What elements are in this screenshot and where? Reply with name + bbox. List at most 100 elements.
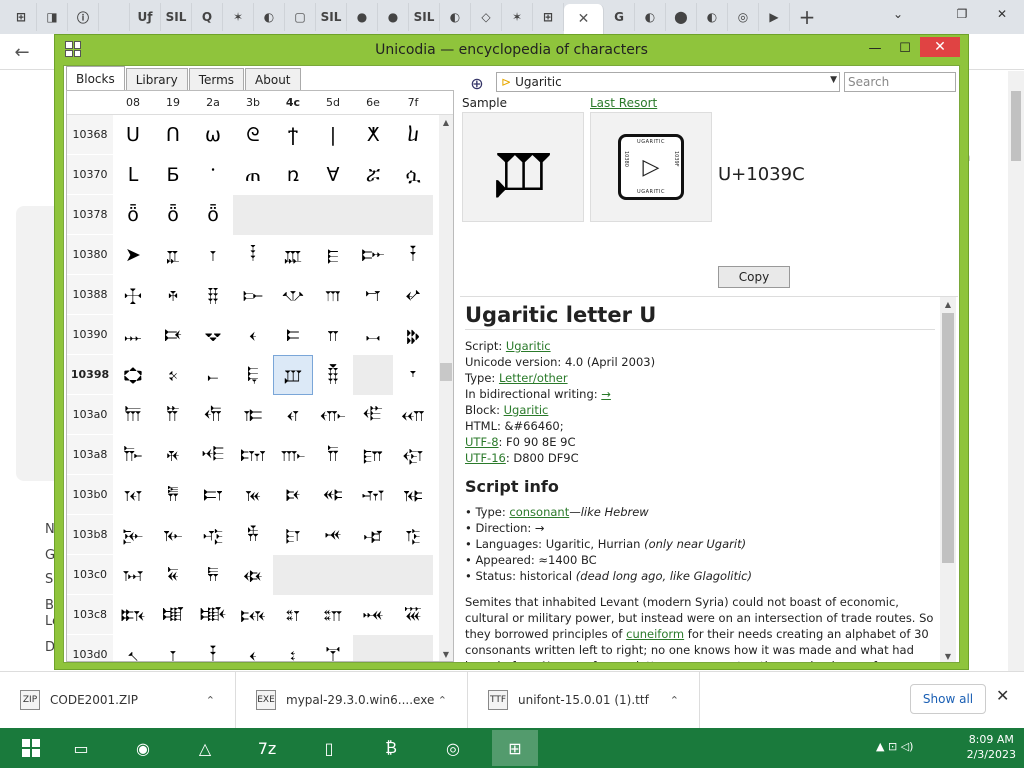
character-cell[interactable]: 𐎢 xyxy=(193,395,233,435)
app-icon[interactable]: △ xyxy=(182,730,228,766)
character-cell[interactable]: 𐎂 xyxy=(193,235,233,275)
character-cell[interactable]: 𐎙 xyxy=(153,355,193,395)
character-cell[interactable]: 𐏐 xyxy=(113,635,153,661)
script-link[interactable]: Ugaritic xyxy=(506,339,551,353)
character-cell[interactable]: 𐎁 xyxy=(153,235,193,275)
character-cell[interactable]: 𐏁 xyxy=(153,555,193,595)
info-scroll-thumb[interactable] xyxy=(942,313,954,563)
tab-search-button[interactable]: ⌄ xyxy=(882,0,914,28)
character-cell[interactable]: ȫ xyxy=(113,195,153,235)
character-cell[interactable]: 𐎠 xyxy=(113,395,153,435)
raccoon-app-icon[interactable]: ◎ xyxy=(430,730,476,766)
tab-library[interactable]: Library xyxy=(125,68,188,90)
character-cell[interactable]: 𐎒 xyxy=(193,315,233,355)
chevron-up-icon[interactable]: ⌃ xyxy=(438,694,447,707)
browser-tab[interactable]: ⊞ xyxy=(6,3,37,31)
character-cell[interactable]: 𐎫 xyxy=(233,435,273,475)
chevron-up-icon[interactable]: ⌃ xyxy=(206,694,215,707)
character-cell[interactable]: 𐎃 xyxy=(233,235,273,275)
new-tab-button[interactable]: + xyxy=(790,5,824,29)
character-cell[interactable]: 𐎲 xyxy=(193,475,233,515)
character-cell[interactable]: ᑎ xyxy=(153,115,193,155)
browser-tab[interactable]: SIL xyxy=(161,3,192,31)
search-input[interactable] xyxy=(844,72,956,92)
character-cell[interactable]: 𐎥 xyxy=(313,395,353,435)
character-cell[interactable]: 𐏀 xyxy=(113,555,153,595)
character-cell[interactable]: ሯ xyxy=(353,155,393,195)
browser-tab[interactable]: G xyxy=(604,3,635,31)
character-cell[interactable]: 𐎊 xyxy=(193,275,233,315)
character-cell[interactable]: ω xyxy=(193,115,233,155)
character-cell[interactable]: 𐏌 xyxy=(273,595,313,635)
download-item[interactable]: EXE mypal-29.3.0.win6....exe ⌃ xyxy=(236,672,468,728)
character-cell[interactable]: 𐏒 xyxy=(193,635,233,661)
character-cell[interactable]: 𐎸 xyxy=(113,515,153,555)
type-link[interactable]: Letter/other xyxy=(499,371,568,385)
character-cell[interactable]: 𐎟 xyxy=(393,355,433,395)
browser-tab[interactable]: ◨ xyxy=(37,3,68,31)
character-cell[interactable]: 𐏎 xyxy=(353,595,393,635)
character-cell[interactable]: ⴑ xyxy=(393,115,433,155)
character-cell[interactable]: 𐎉 xyxy=(153,275,193,315)
character-cell[interactable]: 𐎎 xyxy=(353,275,393,315)
scroll-down-icon[interactable]: ▼ xyxy=(940,649,956,662)
browser-tab[interactable]: ◇ xyxy=(471,3,502,31)
character-cell[interactable]: 𐎘 xyxy=(113,355,153,395)
browser-tab[interactable]: ◐ xyxy=(440,3,471,31)
character-cell[interactable]: 𐎽 xyxy=(313,515,353,555)
character-cell[interactable]: 𐏕 xyxy=(313,635,353,661)
character-cell[interactable]: Ƃ xyxy=(153,155,193,195)
character-cell[interactable]: 𐏔 xyxy=(273,635,313,661)
character-cell[interactable]: 𐎩 xyxy=(153,435,193,475)
scroll-up-icon[interactable]: ▲ xyxy=(439,115,453,129)
browser-tab[interactable]: ⬤ xyxy=(666,3,697,31)
character-cell[interactable]: 𐏑 xyxy=(153,635,193,661)
utf16-link[interactable]: UTF-16 xyxy=(465,451,506,465)
consonant-link[interactable]: consonant xyxy=(509,505,569,519)
character-cell[interactable]: 𐎡 xyxy=(153,395,193,435)
app-icon[interactable]: ₿ xyxy=(368,730,414,766)
window-maximize-button[interactable]: ❐ xyxy=(946,0,978,28)
character-cell[interactable]: 𐎪 xyxy=(193,435,233,475)
browser-tab[interactable]: ● xyxy=(347,3,378,31)
character-cell[interactable]: 𐎄 xyxy=(273,235,313,275)
globe-icon[interactable]: ⊕ xyxy=(466,72,488,94)
character-cell[interactable]: 𐎚 xyxy=(193,355,233,395)
app-minimize-button[interactable]: — xyxy=(860,37,890,59)
character-cell[interactable]: 𐎬 xyxy=(273,435,313,475)
character-cell[interactable]: 𐏂 xyxy=(193,555,233,595)
character-cell[interactable]: 𐏏 xyxy=(393,595,433,635)
block-select[interactable]: ⊳ Ugaritic ▼ xyxy=(496,72,840,92)
unicodia-taskbar-icon[interactable]: ⊞ xyxy=(492,730,538,766)
app-close-button[interactable]: ✕ xyxy=(920,37,960,57)
browser-tab[interactable]: ⓘ xyxy=(68,3,99,31)
character-cell[interactable]: 𐎍 xyxy=(313,275,353,315)
close-icon[interactable]: ✕ xyxy=(996,686,1009,705)
notepad-icon[interactable]: ▯ xyxy=(306,730,352,766)
browser-tab[interactable]: ◐ xyxy=(635,3,666,31)
character-cell[interactable]: 𐏃 xyxy=(233,555,273,595)
character-cell[interactable]: 𐎯 xyxy=(393,435,433,475)
character-cell[interactable]: 𐎷 xyxy=(393,475,433,515)
character-cell[interactable]: ጠ xyxy=(233,155,273,195)
character-cell[interactable] xyxy=(353,355,393,395)
app-maximize-button[interactable]: ☐ xyxy=(890,37,920,59)
browser-tab[interactable]: ◎ xyxy=(728,3,759,31)
show-all-button[interactable]: Show all xyxy=(910,684,986,714)
scroll-down-icon[interactable]: ▼ xyxy=(439,647,453,661)
browser-tab[interactable]: SIL xyxy=(409,3,440,31)
browser-tab[interactable]: ◐ xyxy=(254,3,285,31)
character-cell[interactable]: 𐏉 xyxy=(153,595,193,635)
browser-tab[interactable]: Q xyxy=(192,3,223,31)
character-cell[interactable]: 𐎳 xyxy=(233,475,273,515)
character-cell[interactable]: 𐎑 xyxy=(153,315,193,355)
download-item[interactable]: TTF unifont-15.0.01 (1).ttf ⌃ xyxy=(468,672,700,728)
character-cell[interactable]: 𐏈 xyxy=(113,595,153,635)
chevron-down-icon[interactable]: ▼ xyxy=(830,75,837,85)
chevron-up-icon[interactable]: ⌃ xyxy=(670,694,679,707)
character-cell[interactable]: 𐎗 xyxy=(393,315,433,355)
character-cell[interactable]: 𐎭 xyxy=(313,435,353,475)
character-cell[interactable]: 𐎰 xyxy=(113,475,153,515)
browser-tab[interactable]: SIL xyxy=(316,3,347,31)
character-cell[interactable]: 𐎤 xyxy=(273,395,313,435)
